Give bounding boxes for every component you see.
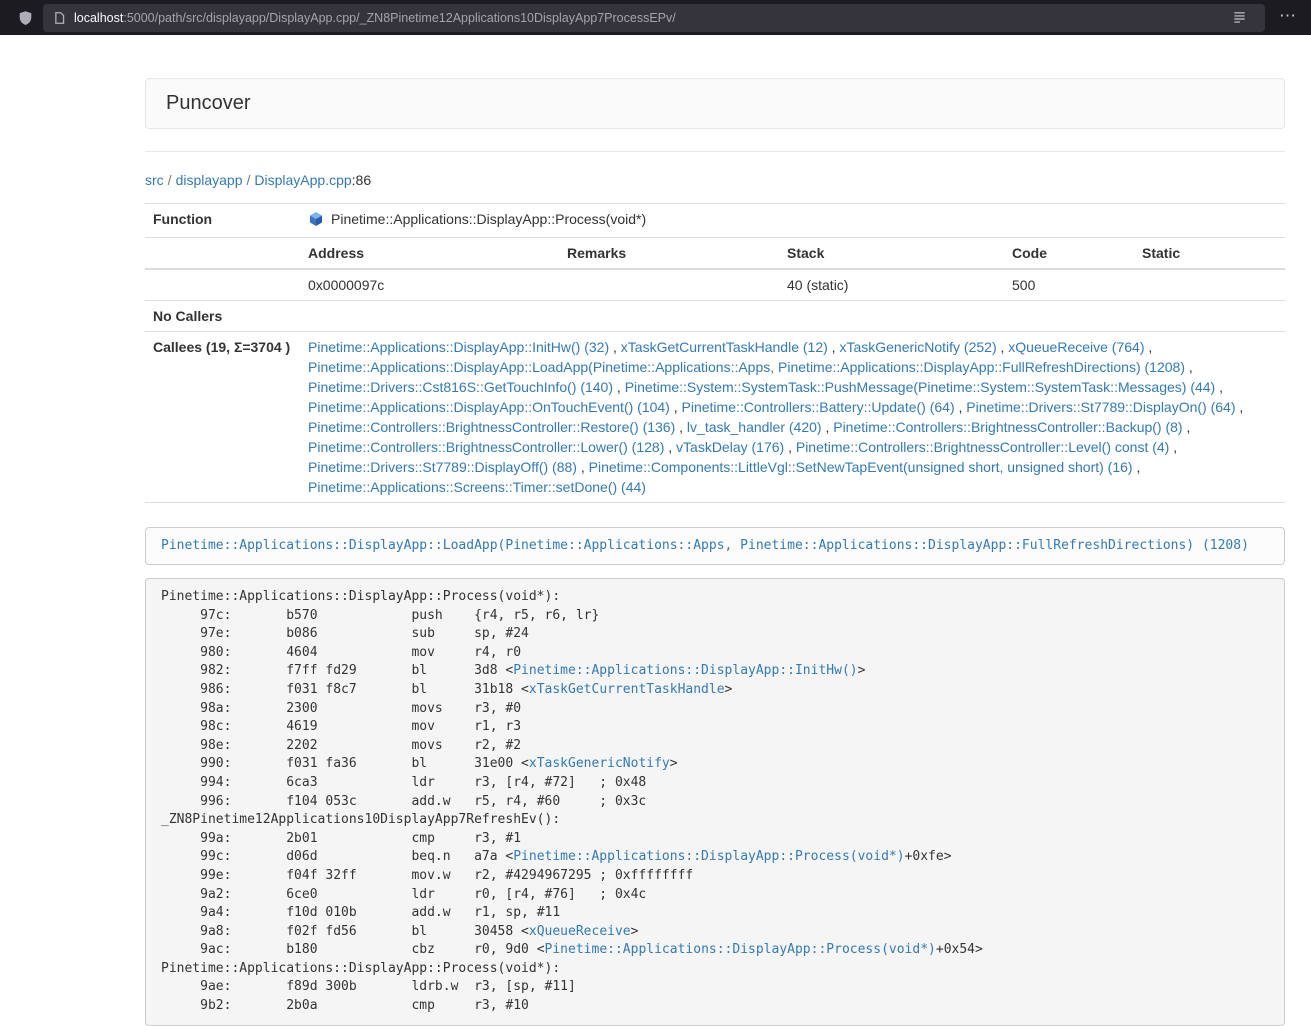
- divider: [145, 151, 1285, 152]
- no-callers-cell: [300, 301, 1285, 332]
- breadcrumb-line-number: :86: [352, 172, 371, 188]
- breadcrumb-link-src[interactable]: src: [145, 172, 164, 188]
- shield-icon[interactable]: [10, 10, 41, 26]
- shield-icon-glyph: [18, 10, 33, 26]
- page-info-icon[interactable]: [53, 11, 66, 25]
- column-header-address: Address: [300, 238, 559, 270]
- callee-link[interactable]: vTaskDelay (176): [676, 439, 784, 455]
- callee-link[interactable]: Pinetime::Drivers::St7789::DisplayOn() (…: [966, 399, 1235, 415]
- url-bar[interactable]: localhost:5000/path/src/displayapp/Displ…: [43, 4, 1265, 32]
- asm-symbol-link[interactable]: Pinetime::Applications::DisplayApp::Proc…: [513, 849, 904, 864]
- values-row: 0x0000097c 40 (static) 500: [145, 269, 1285, 301]
- remarks-value: [559, 269, 779, 301]
- callee-link[interactable]: lv_task_handler (420): [687, 419, 822, 435]
- column-header-spacer: [145, 238, 300, 270]
- function-name: Pinetime::Applications::DisplayApp::Proc…: [331, 211, 646, 227]
- callee-link[interactable]: Pinetime::System::SystemTask::PushMessag…: [625, 379, 1216, 395]
- column-header-remarks: Remarks: [559, 238, 779, 270]
- callee-link[interactable]: xQueueReceive (764): [1008, 339, 1144, 355]
- overflow-menu-icon[interactable]: ⋯: [1273, 6, 1301, 29]
- function-name-cell: Pinetime::Applications::DisplayApp::Proc…: [300, 204, 1285, 238]
- code-value: 500: [1004, 269, 1134, 301]
- callee-link[interactable]: Pinetime::Drivers::St7789::DisplayOff() …: [308, 459, 577, 475]
- breadcrumb: src/displayapp/DisplayApp.cpp:86: [145, 170, 1285, 190]
- function-row: Function Pinetime::Applications::Display…: [145, 204, 1285, 238]
- asm-symbol-link[interactable]: xTaskGetCurrentTaskHandle: [529, 682, 725, 697]
- page-content: Puncover src/displayapp/DisplayApp.cpp:8…: [0, 35, 1311, 1026]
- breadcrumb-link-displayapp.cpp[interactable]: DisplayApp.cpp: [254, 172, 351, 188]
- disassembly-code: Pinetime::Applications::DisplayApp::Proc…: [145, 578, 1285, 1026]
- callee-link[interactable]: Pinetime::Applications::DisplayApp::Load…: [308, 359, 1185, 375]
- callee-link[interactable]: Pinetime::Controllers::BrightnessControl…: [308, 419, 675, 435]
- callee-link[interactable]: Pinetime::Controllers::BrightnessControl…: [796, 439, 1169, 455]
- callees-row: Callees (19, Σ=3704 ) Pinetime::Applicat…: [145, 332, 1285, 503]
- asm-symbol-link[interactable]: Pinetime::Applications::DisplayApp::Init…: [513, 663, 857, 678]
- column-header-stack: Stack: [779, 238, 1004, 270]
- symbol-table: Function Pinetime::Applications::Display…: [145, 203, 1285, 503]
- callee-link[interactable]: Pinetime::Drivers::Cst816S::GetTouchInfo…: [308, 379, 613, 395]
- breadcrumb-separator: /: [164, 172, 176, 188]
- snippet-link[interactable]: Pinetime::Applications::DisplayApp::Load…: [161, 538, 1249, 553]
- callee-link[interactable]: xTaskGenericNotify (252): [839, 339, 996, 355]
- browser-toolbar: localhost:5000/path/src/displayapp/Displ…: [0, 0, 1311, 35]
- snippet-box: Pinetime::Applications::DisplayApp::Load…: [145, 527, 1285, 565]
- no-callers-label: No Callers: [145, 301, 300, 332]
- no-callers-row: No Callers: [145, 301, 1285, 332]
- callee-link[interactable]: Pinetime::Applications::DisplayApp::Init…: [308, 339, 609, 355]
- url-path: :5000/path/src/displayapp/DisplayApp.cpp…: [123, 11, 675, 25]
- values-row-spacer: [145, 269, 300, 301]
- column-header-static: Static: [1134, 238, 1285, 270]
- function-label: Function: [145, 204, 300, 238]
- stack-value: 40 (static): [779, 269, 1004, 301]
- method-icon: [308, 211, 324, 232]
- callee-link[interactable]: Pinetime::Controllers::Battery::Update()…: [682, 399, 955, 415]
- static-value: [1134, 269, 1285, 301]
- column-header-row: Address Remarks Stack Code Static: [145, 238, 1285, 270]
- asm-symbol-link[interactable]: Pinetime::Applications::DisplayApp::Proc…: [545, 942, 936, 957]
- breadcrumb-link-displayapp[interactable]: displayapp: [176, 172, 243, 188]
- address-value: 0x0000097c: [300, 269, 559, 301]
- callee-link[interactable]: Pinetime::Components::LittleVgl::SetNewT…: [589, 459, 1133, 475]
- callee-link[interactable]: Pinetime::Applications::Screens::Timer::…: [308, 479, 646, 495]
- callee-link[interactable]: Pinetime::Controllers::BrightnessControl…: [833, 419, 1182, 435]
- callees-list: Pinetime::Applications::DisplayApp::Init…: [300, 332, 1285, 503]
- asm-symbol-link[interactable]: xTaskGenericNotify: [529, 756, 670, 771]
- callee-link[interactable]: xTaskGetCurrentTaskHandle (12): [621, 339, 828, 355]
- column-header-code: Code: [1004, 238, 1134, 270]
- callees-label: Callees (19, Σ=3704 ): [145, 332, 300, 503]
- breadcrumb-separator: /: [243, 172, 255, 188]
- url-host: localhost: [74, 11, 123, 25]
- asm-symbol-link[interactable]: xQueueReceive: [529, 924, 631, 939]
- page-title: Puncover: [166, 92, 251, 114]
- reader-mode-icon[interactable]: [1224, 10, 1255, 25]
- callee-link[interactable]: Pinetime::Controllers::BrightnessControl…: [308, 439, 664, 455]
- page-title-box: Puncover: [145, 78, 1285, 129]
- callee-link[interactable]: Pinetime::Applications::DisplayApp::OnTo…: [308, 399, 670, 415]
